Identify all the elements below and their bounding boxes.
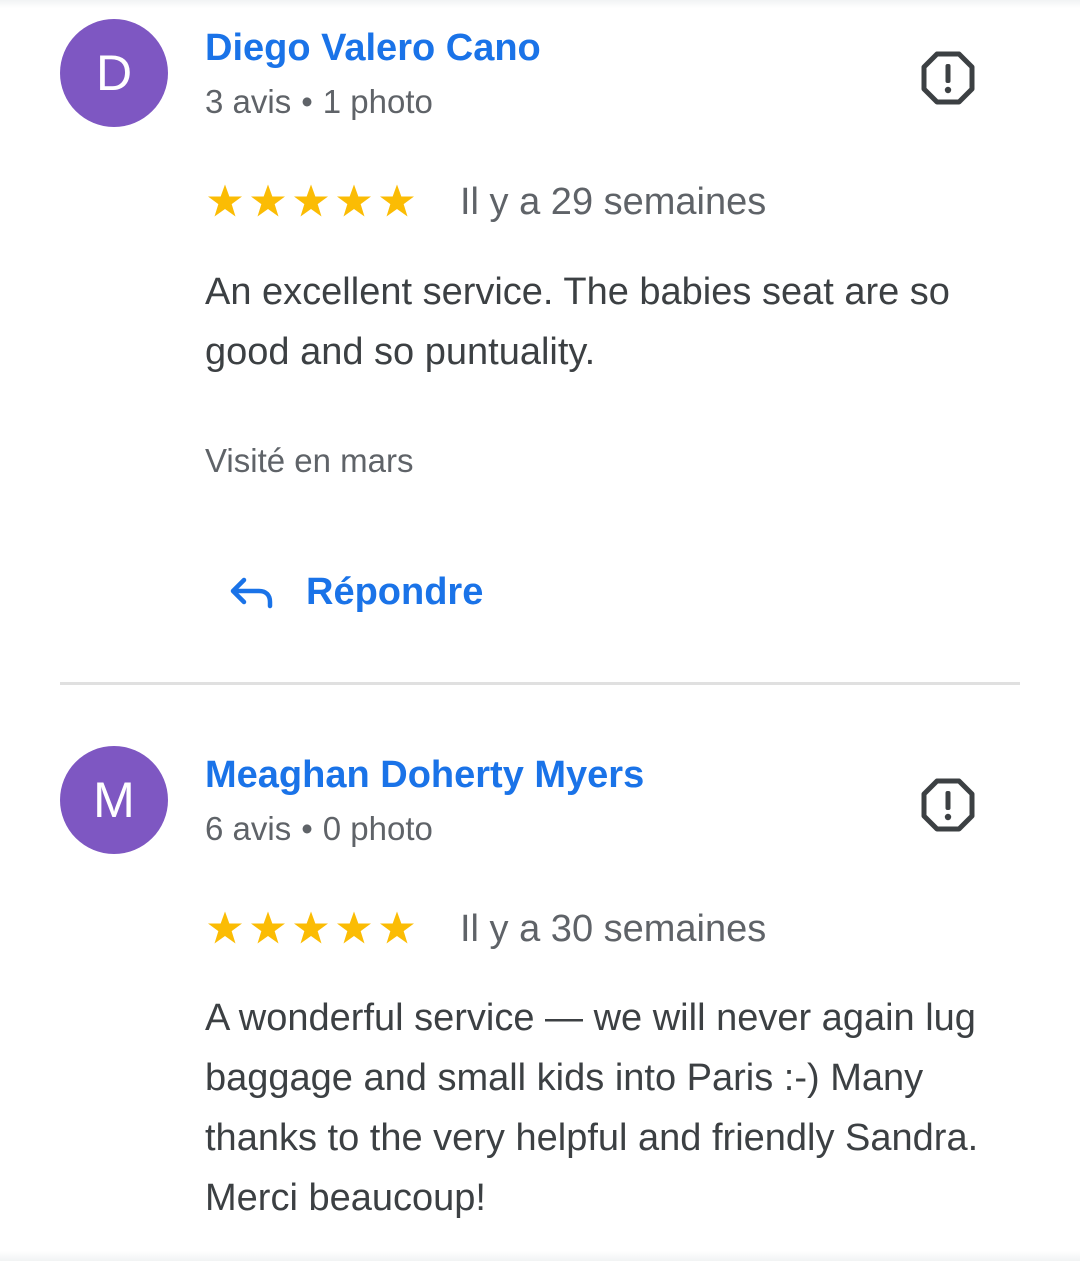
avatar[interactable]: D [60, 19, 168, 127]
review-date: Il y a 30 semaines [460, 907, 767, 950]
report-flag-icon[interactable] [920, 50, 976, 106]
star-icon [251, 184, 285, 217]
reviewer-name[interactable]: Diego Valero Cano [205, 26, 541, 70]
star-rating [205, 182, 420, 222]
avatar[interactable]: M [60, 746, 168, 854]
divider [60, 682, 1020, 685]
star-icon [380, 911, 414, 944]
review-date: Il y a 29 semaines [460, 180, 767, 223]
photo-count: 0 photo [322, 810, 433, 847]
reply-arrow-icon [230, 577, 273, 609]
reviewer-stats: 6 avis • 0 photo [205, 809, 433, 849]
star-icon [294, 911, 328, 944]
separator-dot: • [301, 83, 313, 120]
bottom-edge-shadow [0, 1251, 1080, 1261]
star-icon [208, 184, 242, 217]
reply-label: Répondre [306, 570, 484, 613]
star-icon [337, 184, 371, 217]
reviewer-stats: 3 avis • 1 photo [205, 82, 433, 122]
star-icon [208, 911, 242, 944]
review-card: M Meaghan Doherty Myers 6 avis • 0 photo I… [0, 686, 1080, 1261]
report-flag-icon[interactable] [920, 777, 976, 833]
star-icon [294, 184, 328, 217]
rating-row: Il y a 29 semaines [205, 177, 766, 227]
star-icon [380, 184, 414, 217]
review-count: 3 avis [205, 83, 292, 120]
reviewer-name[interactable]: Meaghan Doherty Myers [205, 753, 644, 797]
star-icon [251, 911, 285, 944]
rating-row: Il y a 30 semaines [205, 904, 766, 954]
reply-button[interactable]: Répondre [228, 564, 483, 620]
separator-dot: • [301, 810, 313, 847]
review-card: D Diego Valero Cano 3 avis • 1 photo Il y … [0, 0, 1080, 684]
review-text: A wonderful service — we will never agai… [205, 997, 979, 1219]
review-text: An excellent service. The babies seat ar… [205, 271, 950, 373]
star-rating [205, 909, 420, 949]
photo-count: 1 photo [322, 83, 433, 120]
star-icon [337, 911, 371, 944]
review-count: 6 avis [205, 810, 292, 847]
visited-info: Visité en mars [205, 442, 414, 479]
